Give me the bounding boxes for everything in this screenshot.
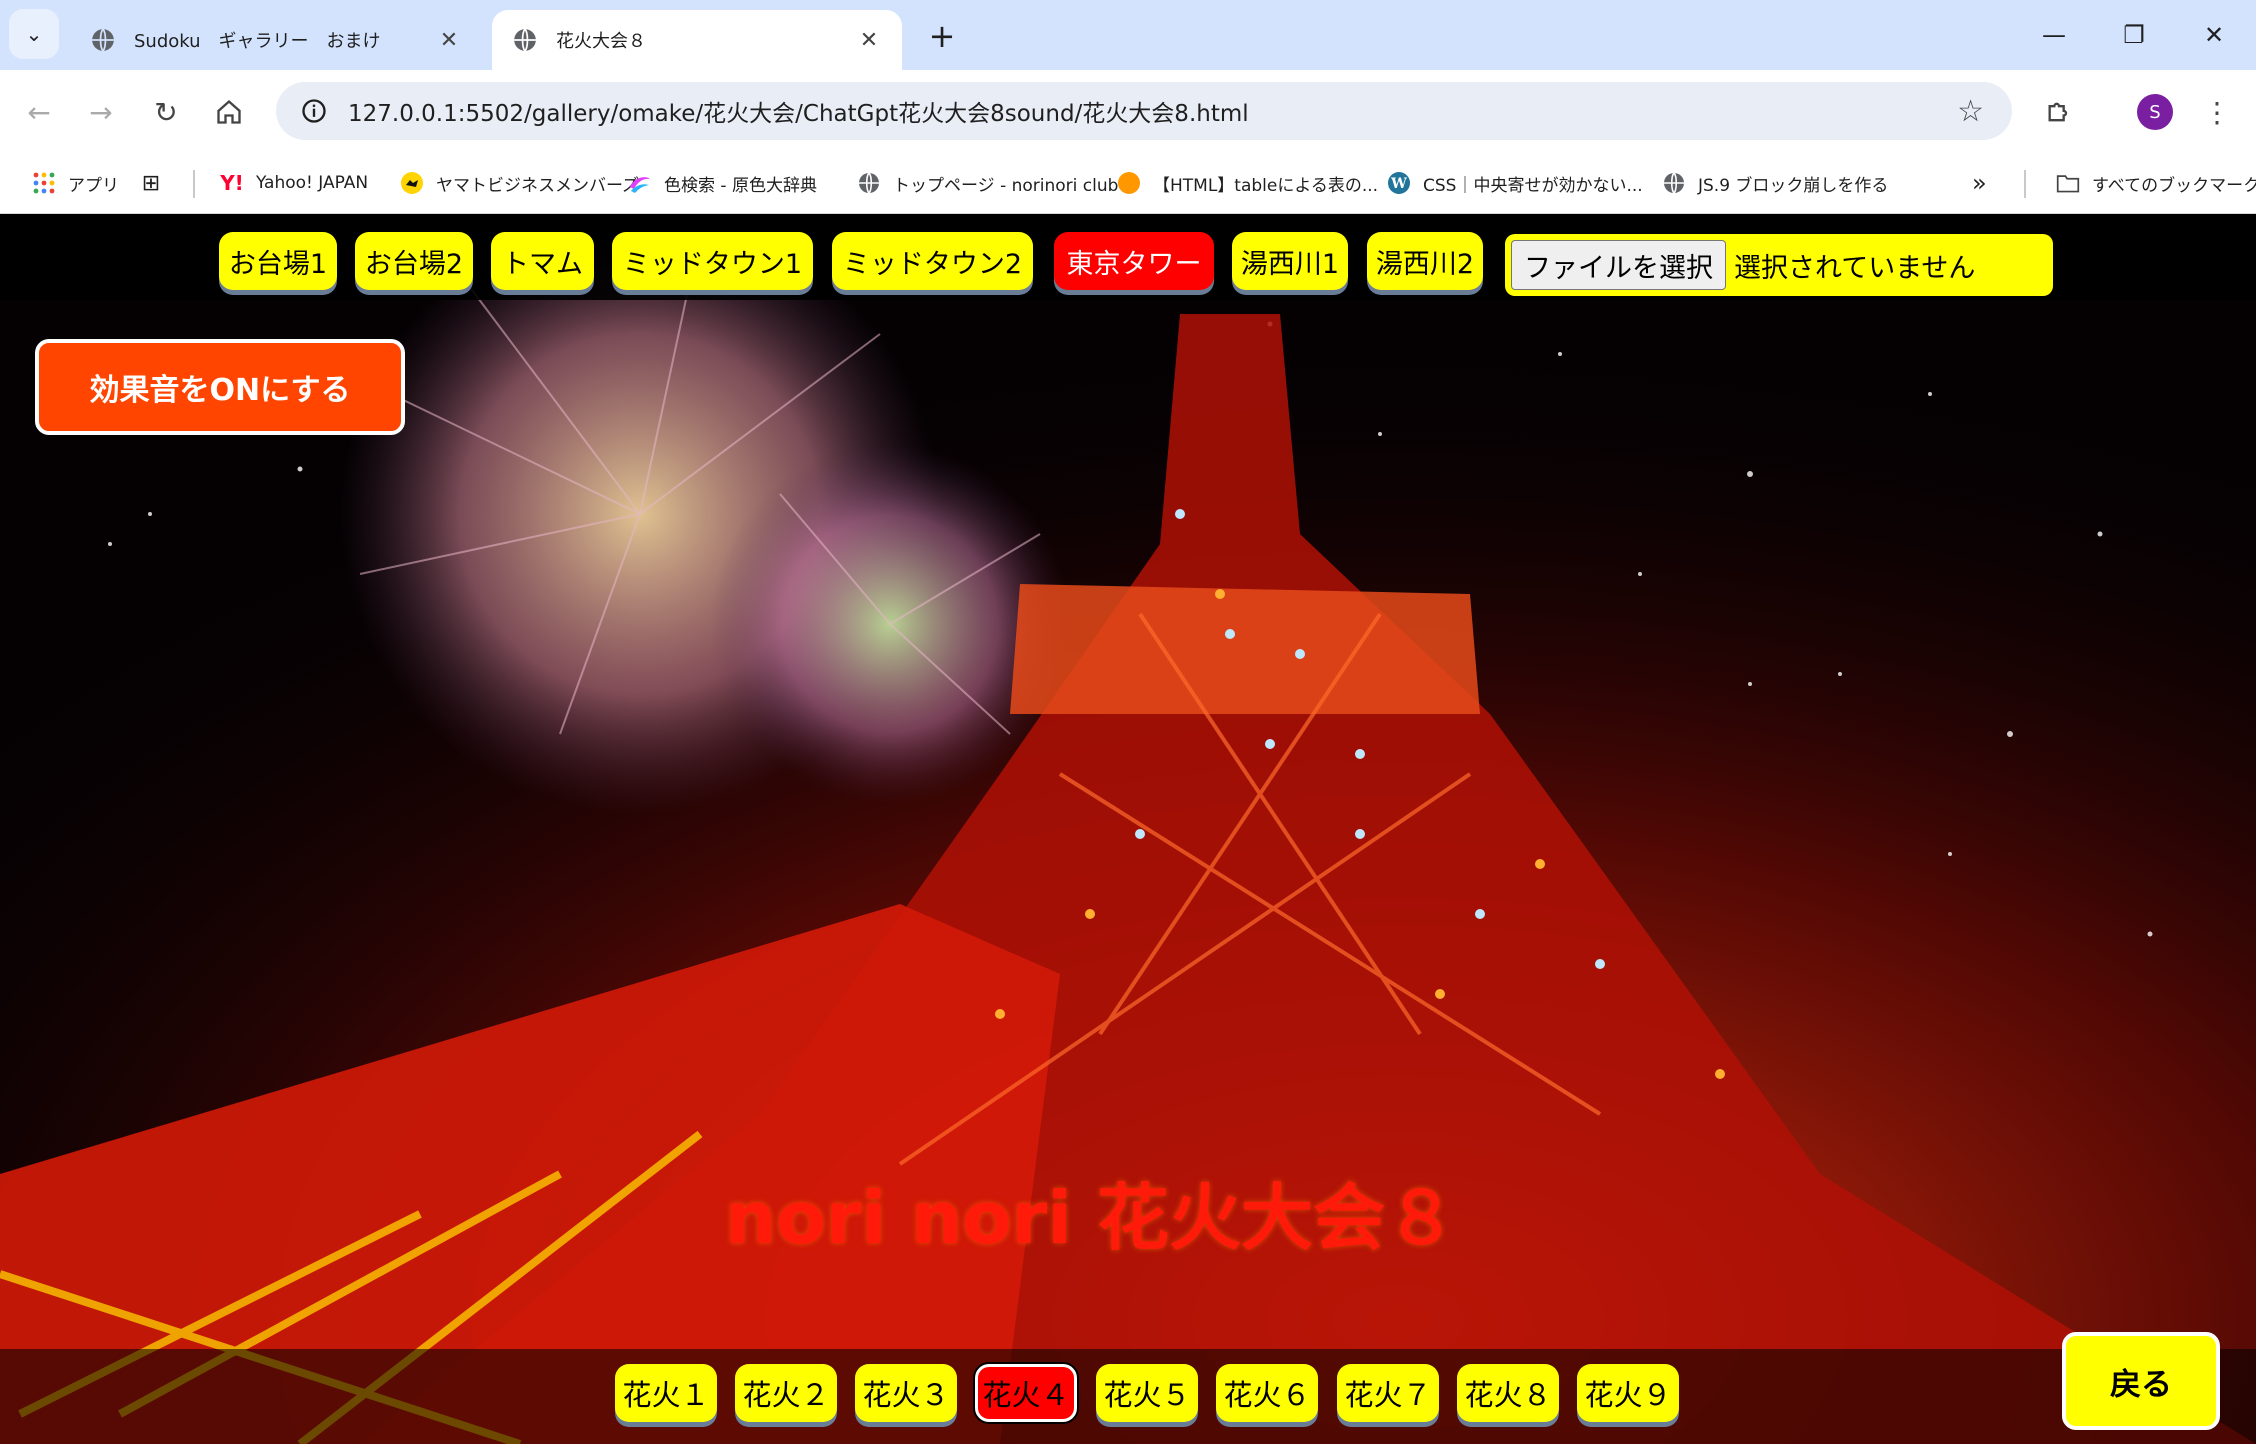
more-bookmarks-button[interactable]: » [1972, 166, 1987, 200]
firework-button-2[interactable]: 花火２ [735, 1364, 837, 1422]
back-button[interactable]: 戻る [2062, 1332, 2220, 1430]
close-icon: ✕ [2203, 21, 2225, 49]
bookmark-yamato[interactable]: ヤマトビジネスメンバーズ [400, 166, 639, 200]
yamato-cat-icon [400, 171, 424, 195]
bookmark-label: CSS｜中央寄せが効かない... [1423, 175, 1643, 196]
url-text: 127.0.0.1:5502/gallery/omake/花火大会/ChatGp… [348, 101, 1249, 127]
firework-button-7[interactable]: 花火７ [1337, 1364, 1439, 1422]
page-title: nori nori 花火大会８ [725, 1176, 1457, 1260]
bookmark-yahoo[interactable]: Y! Yahoo! JAPAN [220, 166, 368, 200]
arrow-left-icon: ← [27, 95, 51, 129]
grid-icon: ⊞ [141, 170, 161, 196]
extensions-button[interactable] [2037, 90, 2081, 134]
minimize-icon: — [2042, 21, 2066, 49]
file-status-text: 選択されていません [1734, 252, 1976, 284]
firework-button-9[interactable]: 花火９ [1577, 1364, 1679, 1422]
venue-button-midtown-1[interactable]: ミッドタウン1 [612, 232, 813, 290]
chevron-down-icon: ⌄ [25, 22, 43, 46]
firework-button-6[interactable]: 花火６ [1216, 1364, 1318, 1422]
bookmark-breakout[interactable]: JS.9 ブロック崩しを作る [1662, 166, 1888, 200]
venue-button-midtown-2[interactable]: ミッドタウン2 [832, 232, 1033, 290]
restore-icon: ❐ [2123, 21, 2145, 49]
divider [193, 170, 195, 198]
browser-toolbar: ← → ↻ 127.0.0.1:5502/gallery/omake/花火大会/… [0, 70, 2256, 152]
reload-icon: ↻ [154, 95, 178, 129]
bookmark-label: 【HTML】tableによる表の... [1153, 175, 1379, 196]
bookmark-apps[interactable]: アプリ [32, 166, 119, 200]
plus-icon: + [928, 17, 956, 55]
firework-button-3[interactable]: 花火３ [855, 1364, 957, 1422]
tab-search-button[interactable]: ⌄ [9, 9, 59, 59]
color-palette-icon [628, 171, 652, 195]
firework-button-1[interactable]: 花火１ [615, 1364, 717, 1422]
bookmark-html-table[interactable]: 【HTML】tableによる表の... [1117, 166, 1378, 200]
globe-icon [1662, 171, 1686, 195]
close-icon[interactable]: ✕ [856, 27, 882, 53]
folder-icon [2056, 171, 2080, 195]
file-input: ファイルを選択 選択されていません [1505, 234, 2053, 296]
address-bar[interactable]: 127.0.0.1:5502/gallery/omake/花火大会/ChatGp… [276, 82, 2012, 140]
firework-button-8[interactable]: 花火８ [1457, 1364, 1559, 1422]
avatar[interactable]: S [2137, 94, 2173, 130]
tab-title: Sudoku ギャラリー おまけ [134, 31, 381, 52]
browser-tab-strip: ⌄ Sudoku ギャラリー おまけ ✕ 花火大会８ ✕ + — ❐ ✕ [0, 0, 2256, 70]
close-window-button[interactable]: ✕ [2174, 10, 2254, 60]
back-nav-button[interactable]: ← [17, 90, 61, 134]
venue-button-odaiba-1[interactable]: お台場1 [219, 232, 337, 290]
puzzle-icon [2048, 102, 2068, 122]
venue-button-tokyo-tower[interactable]: 東京タワー [1054, 232, 1214, 290]
venue-button-yunishigawa-1[interactable]: 湯西川1 [1232, 232, 1348, 290]
bookmark-norinori[interactable]: トップページ - norinori club [857, 166, 1118, 200]
svg-text:W: W [1390, 176, 1407, 192]
venue-button-odaiba-2[interactable]: お台場2 [355, 232, 473, 290]
arrow-right-icon: → [89, 95, 113, 129]
globe-icon [514, 28, 536, 52]
forward-nav-button[interactable]: → [79, 90, 123, 134]
bookmark-label: JS.9 ブロック崩しを作る [1698, 175, 1889, 196]
new-tab-button[interactable]: + [920, 14, 964, 58]
tab-sudoku[interactable]: Sudoku ギャラリー おまけ ✕ [70, 10, 482, 70]
home-button[interactable] [207, 90, 251, 134]
bookmark-label: 色検索 - 原色大辞典 [664, 175, 817, 196]
wordpress-icon: W [1387, 171, 1411, 195]
bookmark-label: アプリ [68, 175, 119, 196]
venue-button-yunishigawa-2[interactable]: 湯西川2 [1367, 232, 1483, 290]
site-info-icon[interactable] [296, 93, 332, 129]
bookmark-star-icon[interactable]: ☆ [1957, 94, 1984, 129]
firework-button-5[interactable]: 花火５ [1096, 1364, 1198, 1422]
bookmark-css-center[interactable]: W CSS｜中央寄せが効かない... [1387, 166, 1643, 200]
bookmark-label: トップページ - norinori club [893, 175, 1119, 196]
bookmark-color-search[interactable]: 色検索 - 原色大辞典 [628, 166, 817, 200]
choose-file-button[interactable]: ファイルを選択 [1511, 240, 1726, 290]
all-bookmarks-folder[interactable]: すべてのブックマーク [2056, 166, 2256, 200]
divider [2024, 170, 2026, 198]
firework-button-4[interactable]: 花火４ [975, 1364, 1077, 1422]
close-icon[interactable]: ✕ [436, 27, 462, 53]
globe-icon [92, 28, 114, 52]
menu-button[interactable]: ⋮ [2195, 90, 2239, 134]
sound-toggle-button[interactable]: 効果音をONにする [35, 339, 405, 435]
apps-grid-icon [32, 171, 56, 195]
orange-circle-icon [1117, 171, 1141, 195]
restore-button[interactable]: ❐ [2094, 10, 2174, 60]
more-vertical-icon: ⋮ [2203, 95, 2231, 129]
reload-button[interactable]: ↻ [144, 90, 188, 134]
globe-icon [857, 171, 881, 195]
tab-groups-button[interactable]: ⊞ [139, 166, 175, 200]
bookmark-label: ヤマトビジネスメンバーズ [436, 175, 640, 196]
home-icon [217, 99, 241, 124]
yahoo-icon: Y! [220, 171, 244, 195]
tab-fireworks[interactable]: 花火大会８ ✕ [492, 10, 902, 70]
minimize-button[interactable]: — [2014, 10, 2094, 60]
bookmark-label: すべてのブックマーク [2092, 175, 2256, 196]
page-viewport: お台場1 お台場2 トマム ミッドタウン1 ミッドタウン2 東京タワー 湯西川1… [0, 214, 2256, 1444]
tab-title: 花火大会８ [556, 31, 646, 52]
double-chevron-right-icon: » [1972, 169, 1987, 197]
bookmark-label: Yahoo! JAPAN [256, 173, 369, 193]
bookmarks-bar: アプリ ⊞ Y! Yahoo! JAPAN ヤマトビジネスメンバーズ 色検索 -… [0, 152, 2256, 214]
venue-button-tomamu[interactable]: トマム [491, 232, 594, 290]
